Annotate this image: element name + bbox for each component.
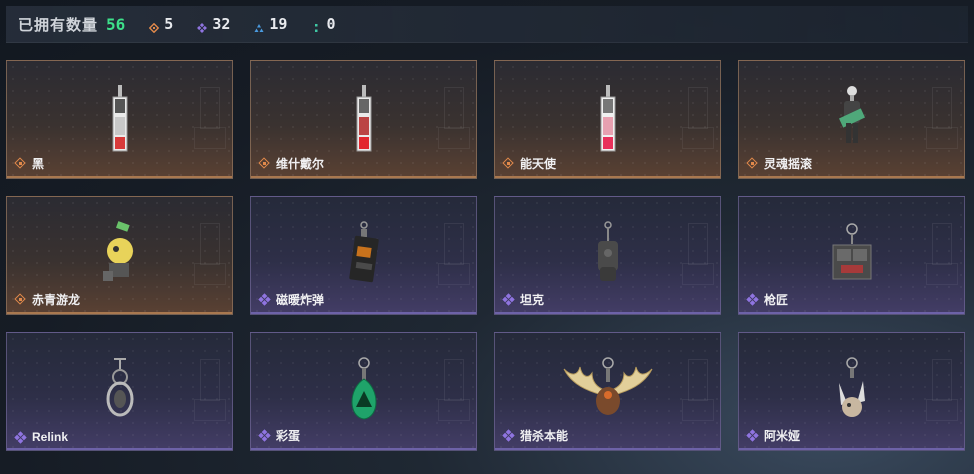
orange-rarity-icon [747,158,758,169]
stat-blue: 19 [254,15,287,33]
charm-name: 维什戴尔 [276,157,325,171]
green-dots-icon [311,19,321,32]
charm-card[interactable]: 枪匠 [738,196,965,315]
stat-green: 0 [311,15,335,33]
charm-card[interactable]: 维什戴尔 [250,60,477,179]
charm-card[interactable]: 彩蛋 [250,332,477,451]
charm-label: 枪匠 [747,291,788,308]
charm-name: 彩蛋 [276,429,301,443]
stat-purple-value: 32 [212,15,231,33]
charm-card[interactable]: 赤青游龙 [6,196,233,315]
collection-header: 已拥有数量 56 5 32 19 0 [6,6,968,43]
charm-label: 赤青游龙 [15,291,80,308]
charm-label: 灵魂摇滚 [747,155,812,172]
stat-orange: 5 [149,15,174,34]
owned-count-value: 56 [106,14,126,34]
blue-triangle-icon [254,19,264,32]
orange-rarity-icon [503,158,514,169]
charm-label: 彩蛋 [259,427,300,444]
mech-charm-icon [106,358,133,417]
charm-name: 能天使 [520,157,557,171]
charm-card[interactable]: Relink [6,332,233,451]
tag-charm-icon [112,85,127,152]
owned-count-label: 已拥有数量 [18,16,99,34]
purple-rarity-icon [15,432,26,443]
charm-label: 维什戴尔 [259,155,324,172]
purple-rarity-icon [259,430,270,441]
charm-name: 枪匠 [764,293,789,307]
charm-name: 坦克 [520,293,545,307]
antler-charm-icon [563,357,652,415]
tag-charm-icon [600,85,615,152]
tag-charm-icon [356,85,371,152]
charm-label: 猎杀本能 [503,427,568,444]
bomb-charm-icon [348,221,379,283]
tank-charm-icon [597,221,618,281]
orange-rarity-icon [15,158,26,169]
bunny-charm-icon [838,357,865,417]
charm-label: Relink [15,430,68,444]
stat-purple: 32 [197,15,230,33]
green-egg-charm-icon [351,357,376,420]
orange-diamond-icon [149,19,160,34]
charm-name: 灵魂摇滚 [764,157,813,171]
charm-name: 赤青游龙 [32,293,81,307]
purple-rarity-icon [747,430,758,441]
charm-name: 阿米娅 [764,429,801,443]
charm-label: 黑 [15,155,44,172]
stat-green-value: 0 [326,15,336,33]
charm-label: 坦克 [503,291,544,308]
guitar-figure-charm-icon [838,86,865,143]
box-charm-icon [832,223,871,280]
charm-card[interactable]: 能天使 [494,60,721,179]
charm-card[interactable]: 黑 [6,60,233,179]
charm-card[interactable]: 坦克 [494,196,721,315]
charm-card[interactable]: 猎杀本能 [494,332,721,451]
purple-rarity-icon [503,430,514,441]
stat-blue-value: 19 [269,15,288,33]
charm-name: 猎杀本能 [520,429,569,443]
charm-label: 阿米娅 [747,427,800,444]
stat-orange-value: 5 [164,15,174,33]
charm-label: 磁暖炸弹 [259,291,324,308]
charm-card[interactable]: 阿米娅 [738,332,965,451]
purple-rarity-icon [259,294,270,305]
charm-card[interactable]: 磁暖炸弹 [250,196,477,315]
dragon-figure-charm-icon [102,221,133,281]
purple-diamond-icon [197,19,208,33]
orange-rarity-icon [259,158,270,169]
purple-rarity-icon [747,294,758,305]
charm-card[interactable]: 灵魂摇滚 [738,60,965,179]
orange-rarity-icon [15,294,26,305]
purple-rarity-icon [503,294,514,305]
charm-name: 磁暖炸弹 [276,293,325,307]
charm-label: 能天使 [503,155,556,172]
charm-name: 黑 [32,157,45,171]
charm-name: Relink [32,430,69,444]
